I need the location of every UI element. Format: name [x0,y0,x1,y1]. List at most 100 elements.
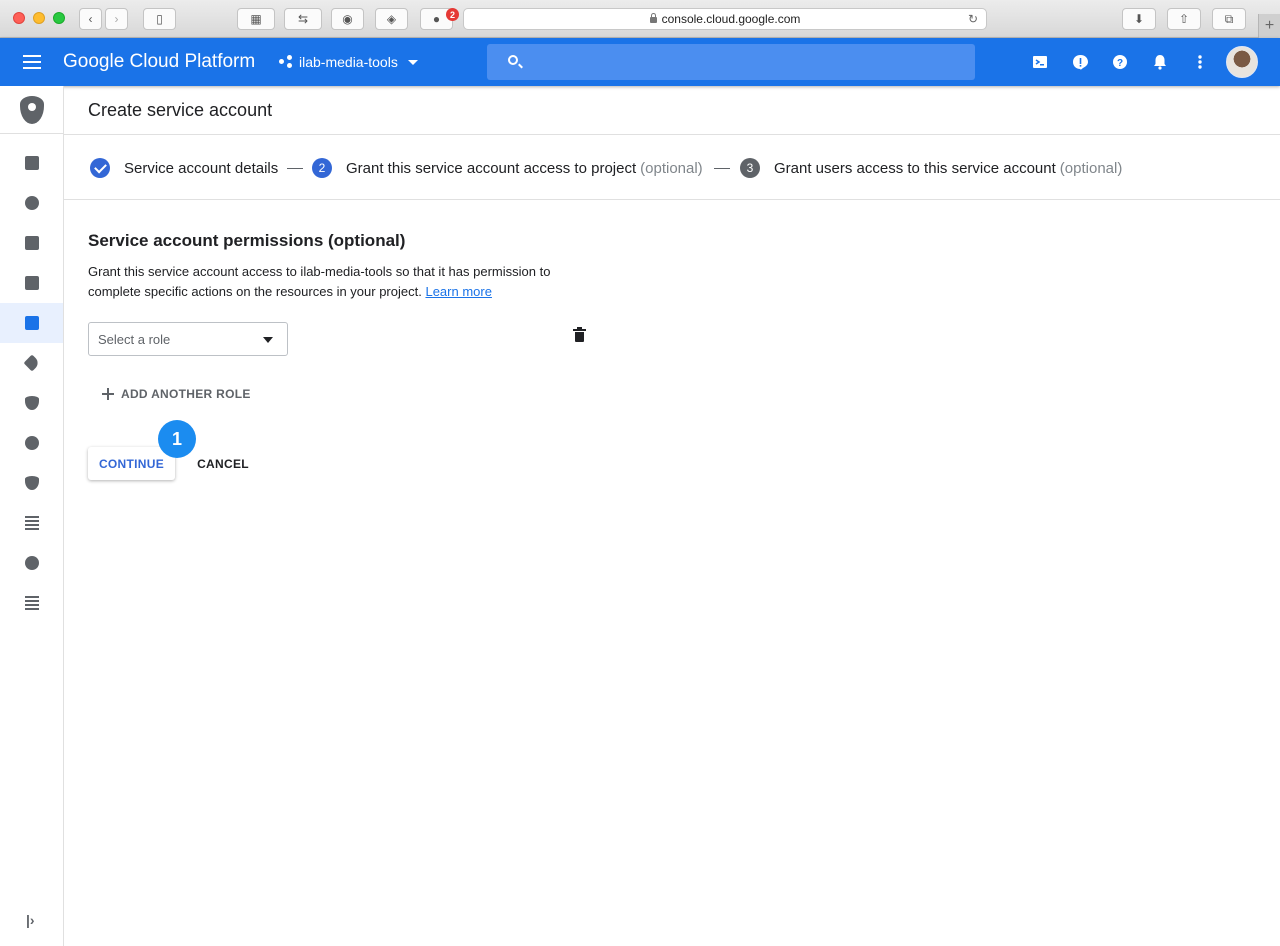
page-title: Create service account [88,100,273,120]
step-1: Service account details [90,158,278,178]
password-icon: ◉ [342,12,353,26]
step-divider [714,168,730,169]
forward-button[interactable]: › [105,8,128,30]
sidebar-item-policy[interactable] [0,223,63,263]
sidebar-item-labels[interactable] [0,343,63,383]
page-header: Create service account [64,86,1280,135]
browser-toolbar: ‹ › ▯ ▦ ⇆ ◉ ◈ ● 2 console.cloud.google.c… [0,0,1280,38]
product-sidebar: |› [0,86,64,946]
menu-icon[interactable] [23,55,41,69]
step-3: 3 Grant users access to this service acc… [740,158,1122,178]
service-account-icon [24,316,39,330]
check-icon [90,158,110,178]
chevron-right-icon: › [114,12,119,26]
minimize-window-button[interactable] [33,12,45,24]
project-name: ilab-media-tools [299,54,398,70]
project-selector[interactable]: ilab-media-tools [279,54,418,70]
svg-text:?: ? [1117,58,1123,69]
extension-badge: 2 [446,8,459,21]
list-icon [24,596,39,610]
account-icon [24,196,39,210]
cloud-shell-icon[interactable] [1031,53,1049,71]
delete-icon[interactable] [573,327,586,342]
share-button[interactable]: ⇧ [1167,8,1201,30]
role-select[interactable]: Select a role [88,322,288,356]
add-person-icon [24,156,39,170]
lock-icon [649,13,657,23]
privacy-icon [24,476,39,490]
close-window-button[interactable] [13,12,25,24]
continue-button[interactable]: CONTINUE [88,447,175,480]
workload-icon [24,556,39,570]
step-label: Service account details [124,159,279,177]
settings-icon [24,436,39,450]
extension-button-1[interactable]: ▦ [237,8,275,30]
extension-button-2[interactable]: ⇆ [284,8,322,30]
sidebar-item-privacy[interactable] [0,463,63,503]
extension-button-4[interactable]: ◈ [375,8,408,30]
caret-down-icon [263,337,273,343]
step-optional: (optional) [1059,159,1123,177]
iam-shield-icon[interactable] [0,86,63,134]
plus-icon: + [1264,17,1275,34]
reload-icon[interactable]: ↻ [968,12,978,26]
new-tab-button[interactable]: + [1258,14,1280,38]
step-optional: (optional) [640,159,703,177]
puzzle-icon: ▦ [250,12,262,26]
section-description: Grant this service account access to ila… [88,264,551,299]
sidebar-item-list[interactable] [0,583,63,623]
security-icon [24,396,39,410]
role-select-placeholder: Select a role [98,331,171,347]
sidebar-item-audit[interactable] [0,263,63,303]
document-icon [24,236,39,250]
step-label: Grant users access to this service accou… [774,159,1056,177]
sidebar-item-service-accounts[interactable] [0,303,63,343]
add-another-role-button[interactable]: ADD ANOTHER ROLE [102,387,251,401]
swap-icon: ⇆ [297,12,309,26]
step-number: 3 [740,158,760,178]
more-vert-icon[interactable] [1191,53,1209,71]
tabs-button[interactable]: ⧉ [1212,8,1246,30]
search-input[interactable] [487,44,975,80]
main-content: Create service account Service account d… [64,86,1280,946]
downloads-button[interactable]: ⬇ [1122,8,1156,30]
audit-icon [24,276,39,290]
search-icon [508,55,518,65]
sidebar-toggle-button[interactable]: ▯ [143,8,176,30]
address-bar[interactable]: console.cloud.google.com ↻ [463,8,987,30]
share-icon: ⇧ [1178,12,1190,26]
brand-title[interactable]: Google Cloud Platform [63,51,255,73]
step-number: 2 [312,158,332,178]
zoom-window-button[interactable] [53,12,65,24]
sidebar-icon: ▯ [156,12,163,26]
chevron-left-icon: ‹ [88,12,93,26]
extension-button-3[interactable]: ◉ [331,8,364,30]
cancel-button[interactable]: CANCEL [188,447,258,480]
table-icon [24,516,39,530]
sidebar-item-workload[interactable] [0,543,63,583]
label-icon [23,354,40,372]
step-callout-badge: 1 [158,420,196,458]
caret-down-icon [407,59,418,65]
extension-icon: ● [432,12,441,26]
avatar[interactable] [1226,46,1258,78]
learn-more-link[interactable]: Learn more [425,284,491,299]
download-icon: ⬇ [1133,12,1145,26]
section-title: Service account permissions (optional) [88,231,406,250]
step-label: Grant this service account access to pro… [346,159,637,177]
step-2: 2 Grant this service account access to p… [312,158,703,178]
project-icon [279,55,293,69]
help-icon[interactable]: ? [1111,53,1129,71]
back-button[interactable]: ‹ [79,8,102,30]
step-divider [287,168,303,169]
console-header: Google Cloud Platform ilab-media-tools ? [0,38,1280,86]
sidebar-item-settings[interactable] [0,423,63,463]
expand-icon[interactable]: |› [26,912,35,928]
sidebar-item-identity[interactable] [0,183,63,223]
notifications-icon[interactable] [1151,53,1169,71]
stepper: Service account details 2 Grant this ser… [64,135,1280,200]
sidebar-item-security[interactable] [0,383,63,423]
sidebar-item-iam[interactable] [0,143,63,183]
feedback-icon[interactable] [1071,53,1089,71]
sidebar-item-table[interactable] [0,503,63,543]
